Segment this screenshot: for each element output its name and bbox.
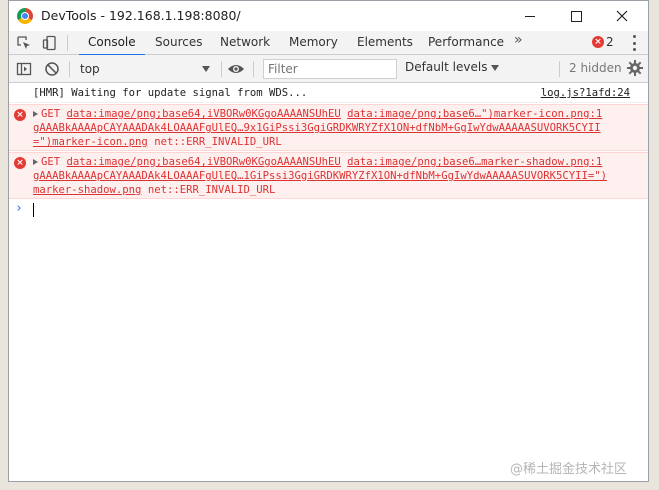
chrome-logo-icon [17, 8, 33, 24]
minimize-button[interactable] [507, 4, 553, 28]
clear-icon [45, 62, 59, 76]
tab-memory[interactable]: Memory [289, 31, 338, 54]
log-levels-label: Default levels [405, 60, 488, 74]
data-url-link[interactable]: gAAABkAAAApCAYAAADAk4LOAAAFgUlEQ…9x1GiPs… [33, 122, 601, 134]
error-line: GET data:image/png;base64,iVBORw0KGgoAAA… [33, 108, 602, 120]
filter-input[interactable] [263, 59, 397, 79]
data-url-link[interactable]: data:image/png;base6…")marker-icon.png:1 [347, 108, 602, 120]
context-value: top [80, 62, 100, 76]
show-sidebar-button[interactable] [15, 60, 33, 78]
error-count[interactable]: 2 [606, 35, 614, 49]
error-icon: × [14, 109, 26, 121]
data-url-link[interactable]: gAAABkAAAApCAYAAADAk4LOAAAFgUlEQ…1GiPssi… [33, 170, 607, 182]
console-prompt-icon: › [15, 201, 23, 216]
inspect-icon [17, 36, 30, 49]
close-button[interactable] [599, 4, 645, 28]
error-line: GET data:image/png;base64,iVBORw0KGgoAAA… [33, 156, 602, 168]
devtools-tabbar: Console Sources Network Memory Elements … [9, 31, 648, 56]
tab-network[interactable]: Network [220, 31, 270, 54]
error-line: marker-shadow.png net::ERR_INVALID_URL [33, 184, 275, 196]
tab-elements[interactable]: Elements [357, 31, 413, 54]
console-settings-button[interactable] [626, 59, 644, 77]
hidden-messages-count: 2 hidden [569, 61, 622, 75]
clear-console-button[interactable] [43, 60, 61, 78]
toolbar-divider [221, 61, 222, 77]
sidebar-toggle-icon [16, 62, 32, 76]
chevron-down-icon [202, 66, 210, 72]
customize-menu-button[interactable] [632, 35, 636, 51]
devtools-window: DevTools - 192.168.1.198:8080/ Console S… [8, 0, 649, 482]
source-link[interactable]: log.js?1afd:24 [541, 87, 630, 99]
error-code: net::ERR_INVALID_URL [141, 184, 276, 196]
title-bar: DevTools - 192.168.1.198:8080/ [9, 1, 648, 31]
device-icon [42, 35, 56, 51]
more-tabs-button[interactable]: » [514, 32, 523, 48]
console-message-error: × GET data:image/png;base64,iVBORw0KGgoA… [9, 104, 648, 151]
close-icon [616, 10, 628, 22]
toolbar-divider [67, 35, 68, 51]
expand-triangle-icon[interactable] [33, 159, 38, 165]
error-icon: × [14, 157, 26, 169]
error-line: =")marker-icon.png net::ERR_INVALID_URL [33, 136, 282, 148]
data-url-link[interactable]: data:image/png;base64,iVBORw0KGgoAAAANSU… [67, 156, 341, 168]
toolbar-divider [559, 61, 560, 77]
watermark: @稀土掘金技术社区 [510, 462, 628, 477]
inspect-element-button[interactable] [15, 34, 33, 52]
minimize-icon [525, 15, 535, 17]
maximize-button[interactable] [553, 4, 599, 28]
console-output: [HMR] Waiting for update signal from WDS… [9, 83, 648, 481]
data-url-link[interactable]: marker-shadow.png [33, 184, 141, 196]
error-line: gAAABkAAAApCAYAAADAk4LOAAAFgUlEQ…9x1GiPs… [33, 122, 601, 134]
tab-performance[interactable]: Performance [428, 31, 504, 54]
maximize-icon [570, 10, 582, 22]
console-input[interactable] [33, 203, 34, 217]
gear-icon [627, 60, 643, 76]
console-toolbar: top Default levels 2 hidden [9, 55, 648, 83]
device-toolbar-button[interactable] [41, 34, 59, 52]
window-title: DevTools - 192.168.1.198:8080/ [41, 8, 241, 23]
error-code: net::ERR_INVALID_URL [147, 136, 282, 148]
request-method: GET [41, 108, 67, 120]
data-url-link[interactable]: data:image/png;base6…marker-shadow.png:1 [347, 156, 602, 168]
toolbar-divider [253, 61, 254, 77]
error-line: gAAABkAAAApCAYAAADAk4LOAAAFgUlEQ…1GiPssi… [33, 170, 607, 182]
live-expression-button[interactable] [227, 60, 245, 78]
context-selector[interactable]: top [75, 59, 213, 78]
info-message-text: [HMR] Waiting for update signal from WDS… [33, 87, 308, 99]
eye-icon [228, 65, 244, 73]
data-url-link[interactable]: data:image/png;base64,iVBORw0KGgoAAAANSU… [67, 108, 341, 120]
request-method: GET [41, 156, 67, 168]
tab-console[interactable]: Console [79, 31, 145, 56]
log-levels-dropdown[interactable]: Default levels [405, 60, 500, 74]
chevron-down-icon [491, 64, 500, 71]
console-message-info: [HMR] Waiting for update signal from WDS… [9, 83, 648, 103]
data-url-link[interactable]: =")marker-icon.png [33, 136, 148, 148]
expand-triangle-icon[interactable] [33, 111, 38, 117]
console-message-error: × GET data:image/png;base64,iVBORw0KGgoA… [9, 152, 648, 199]
error-count-icon[interactable]: × [592, 36, 604, 48]
tab-sources[interactable]: Sources [155, 31, 202, 54]
toolbar-divider [69, 61, 70, 77]
